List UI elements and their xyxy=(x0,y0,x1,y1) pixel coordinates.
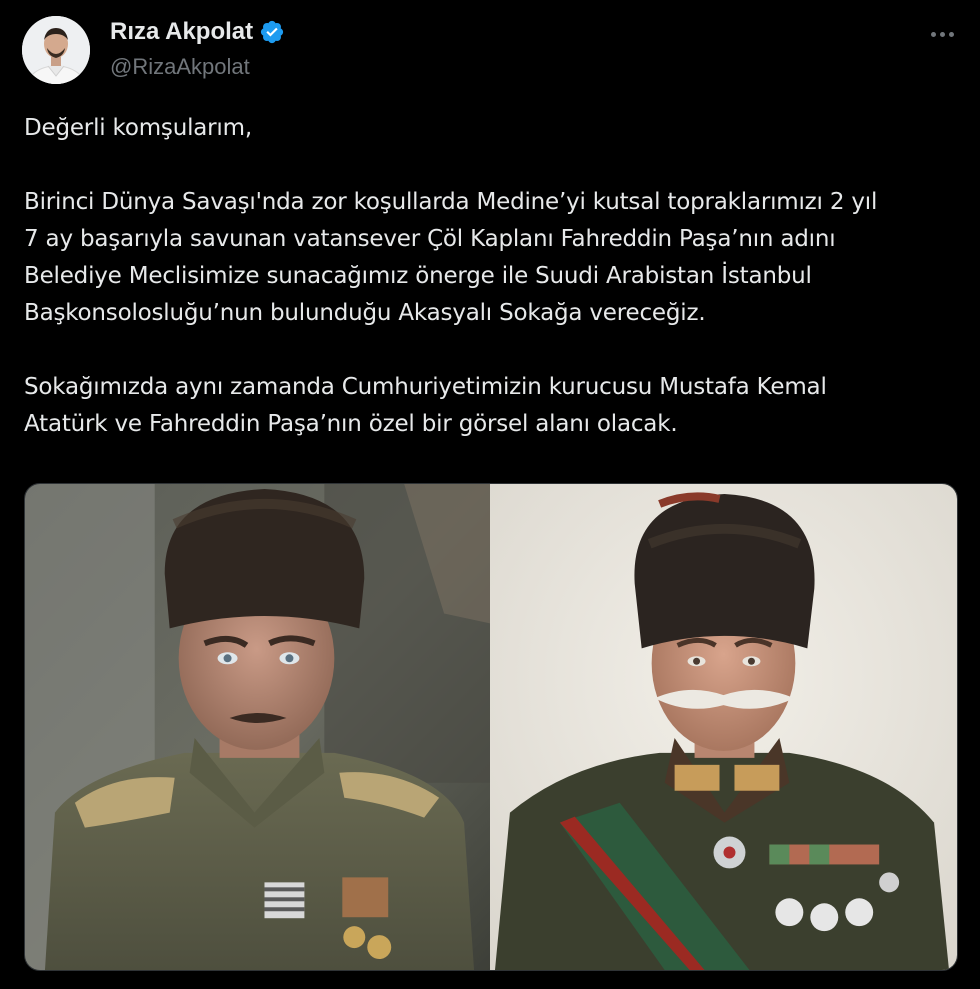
tweet-line: Atatürk ve Fahreddin Paşa’nın özel bir g… xyxy=(24,411,678,437)
avatar[interactable] xyxy=(22,16,90,84)
verified-badge-icon xyxy=(259,19,285,45)
tweet-media[interactable] xyxy=(24,483,958,971)
tweet-line: Başkonsolosluğu’nun bulunduğu Akasyalı S… xyxy=(24,300,706,326)
tweet-line: Birinci Dünya Savaşı'nda zor koşullarda … xyxy=(24,189,878,215)
tweet-line: Belediye Meclisimize sunacağımız önerge … xyxy=(24,263,812,289)
media-photo-right[interactable] xyxy=(490,484,957,970)
tweet: Rıza Akpolat @RizaAkpolat Değerli komşul… xyxy=(0,0,980,989)
user-handle[interactable]: @RizaAkpolat xyxy=(110,54,250,80)
avatar-image xyxy=(22,16,90,84)
portrait-photo-icon xyxy=(490,484,957,970)
display-name[interactable]: Rıza Akpolat xyxy=(110,18,253,46)
media-photo-left[interactable] xyxy=(25,484,490,970)
tweet-line: Sokağımızda aynı zamanda Cumhuriyetimizi… xyxy=(24,374,827,400)
name-row[interactable]: Rıza Akpolat xyxy=(110,18,285,46)
more-options-button[interactable] xyxy=(922,22,962,46)
tweet-line: Değerli komşularım, xyxy=(24,115,252,141)
portrait-photo-icon xyxy=(25,484,490,970)
tweet-text: Değerli komşularım, Birinci Dünya Savaşı… xyxy=(24,110,959,443)
more-horizontal-icon xyxy=(930,31,936,37)
tweet-line: 7 ay başarıyla savunan vatansever Çöl Ka… xyxy=(24,226,836,252)
